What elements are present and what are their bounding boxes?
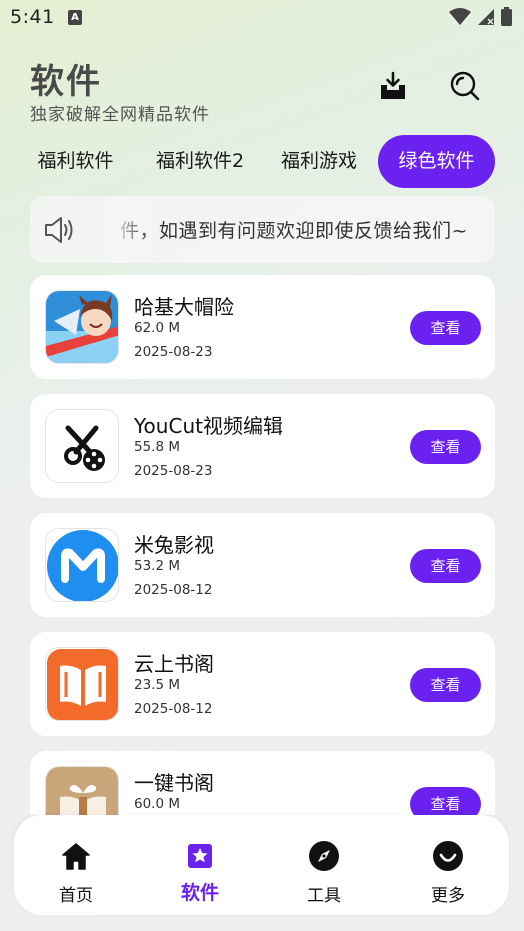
tab-fuli[interactable]: 福利软件 (28, 135, 123, 188)
view-button[interactable]: 查看 (410, 668, 481, 702)
app-date: 2025-08-12 (134, 582, 213, 598)
list-item[interactable]: YouCut视频编辑 55.8 M 2025-08-23 查看 (30, 394, 495, 498)
app-name: YouCut视频编辑 (134, 414, 283, 438)
nav-software[interactable]: 软件 (138, 815, 262, 915)
category-tabs: 福利软件 福利软件2 福利游戏 绿色软件 (22, 135, 502, 188)
tab-fuli-games[interactable]: 福利游戏 (275, 135, 363, 188)
home-icon (59, 839, 93, 873)
app-date: 2025-08-23 (134, 463, 213, 479)
speaker-icon (45, 217, 73, 243)
list-item[interactable]: 米兔影视 53.2 M 2025-08-12 查看 (30, 513, 495, 617)
page-subtitle: 独家破解全网精品软件 (30, 105, 210, 125)
list-item[interactable]: 哈基大帽险 62.0 M 2025-08-23 查看 (30, 275, 495, 379)
view-button[interactable]: 查看 (410, 430, 481, 464)
search-icon (450, 71, 480, 101)
battery-icon (501, 7, 512, 26)
app-name: 云上书阁 (134, 652, 214, 676)
cell-signal-icon (478, 8, 494, 25)
notice-fade (110, 196, 150, 263)
m-logo-icon (45, 528, 119, 602)
compass-icon (307, 839, 341, 873)
notice-banner: 件，如遇到有问题欢迎即使反馈给我们~ (30, 196, 495, 263)
app-size: 53.2 M (134, 558, 180, 574)
nav-more-label: 更多 (431, 886, 465, 906)
view-button[interactable]: 查看 (410, 311, 481, 345)
wifi-icon (449, 7, 471, 25)
star-bookmark-icon (183, 839, 217, 873)
tab-green-software[interactable]: 绿色软件 (378, 135, 495, 188)
download-tray-icon (381, 71, 405, 99)
notification-a-icon: A (68, 10, 82, 25)
list-item[interactable]: 云上书阁 23.5 M 2025-08-12 查看 (30, 632, 495, 736)
app-size: 55.8 M (134, 439, 180, 455)
nav-home-label: 首页 (59, 886, 93, 906)
book-icon (45, 647, 119, 721)
nav-tools-label: 工具 (307, 886, 341, 906)
bottom-nav: 首页 软件 工具 更多 (14, 815, 509, 915)
system-icons (449, 7, 512, 26)
app-name: 米兔影视 (134, 533, 214, 557)
smile-icon (431, 839, 465, 873)
book-gift-icon (45, 766, 119, 815)
nav-home[interactable]: 首页 (14, 815, 138, 915)
notice-text: 件，如遇到有问题欢迎即使反馈给我们~ (120, 220, 468, 242)
search-button[interactable] (445, 66, 485, 106)
nav-more[interactable]: 更多 (386, 815, 510, 915)
app-size: 60.0 M (134, 796, 180, 812)
status-bar: 5:41 A (0, 0, 524, 36)
page-title: 软件 (30, 62, 102, 102)
app-date: 2025-08-23 (134, 344, 213, 360)
game-icon (45, 290, 119, 364)
app-date: 2025-08-12 (134, 701, 213, 717)
list-item[interactable]: 一键书阁 60.0 M 查看 (30, 751, 495, 815)
nav-software-label: 软件 (180, 882, 219, 904)
app-size: 23.5 M (134, 677, 180, 693)
view-button[interactable]: 查看 (410, 549, 481, 583)
status-time: 5:41 (10, 6, 55, 28)
view-button[interactable]: 查看 (410, 787, 481, 815)
nav-tools[interactable]: 工具 (262, 815, 386, 915)
app-size: 62.0 M (134, 320, 180, 336)
download-button[interactable] (373, 66, 413, 106)
tab-fuli-2[interactable]: 福利软件2 (148, 135, 252, 188)
app-name: 一键书阁 (134, 771, 214, 795)
app-list: 哈基大帽险 62.0 M 2025-08-23 查看 YouCut视频编辑 55… (30, 275, 495, 815)
scissors-icon (45, 409, 119, 483)
app-name: 哈基大帽险 (134, 295, 234, 319)
